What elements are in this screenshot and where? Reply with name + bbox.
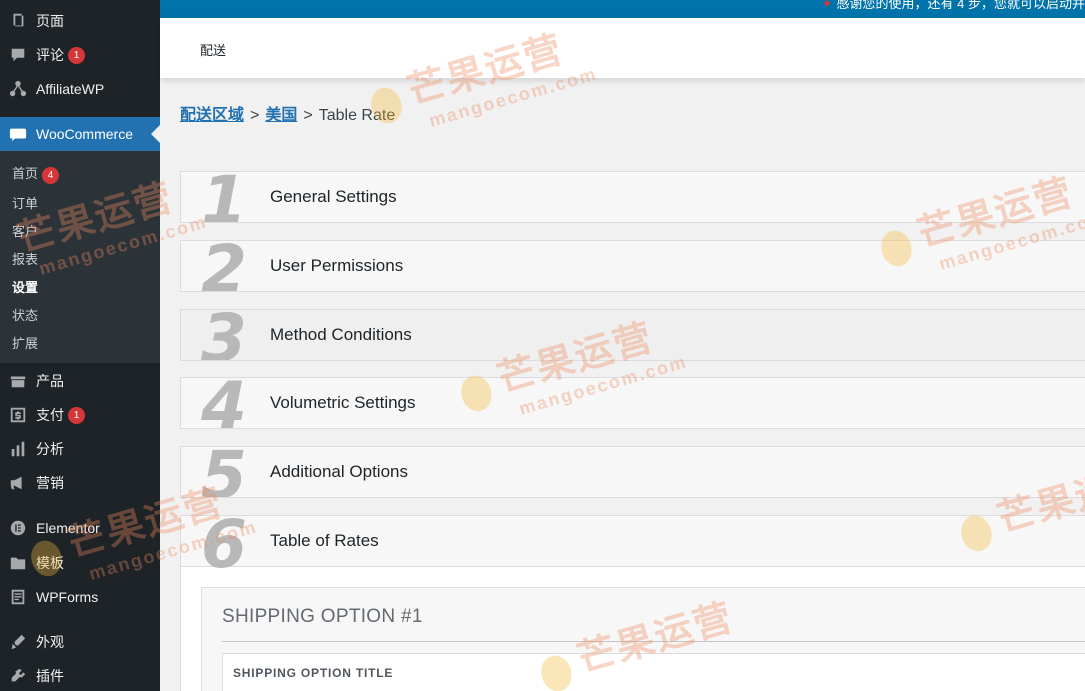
menu-item-plugins[interactable]: 插件: [0, 659, 160, 691]
pages-icon: [0, 12, 36, 30]
panel-general-settings[interactable]: 1 General Settings: [180, 171, 1085, 223]
menu-item-elementor[interactable]: Elementor: [0, 511, 160, 545]
analytics-icon: [0, 440, 36, 458]
elementor-icon: [0, 519, 36, 537]
panel-additional-options[interactable]: 5 Additional Options: [180, 446, 1085, 498]
panel-user-permissions[interactable]: 2 User Permissions: [180, 240, 1085, 292]
menu-item-marketing[interactable]: 营销: [0, 466, 160, 500]
plugins-icon: [0, 667, 36, 685]
menu-item-label: 插件: [36, 668, 64, 684]
panel-number: 3: [201, 309, 247, 361]
menu-item-label: Elementor: [36, 520, 100, 536]
products-icon: [0, 372, 36, 390]
comments-count-badge: 1: [68, 46, 85, 64]
breadcrumb: 配送区域 > 美国 > Table Rate: [180, 101, 395, 125]
breadcrumb-separator: >: [250, 107, 260, 124]
submenu-item-orders[interactable]: 订单: [12, 193, 38, 212]
menu-item-appearance[interactable]: 外观: [0, 625, 160, 659]
setup-notice-bar: ✦ 感谢您的使用，还有 4 步，您就可以启动并: [160, 0, 1085, 18]
panel-title: Method Conditions: [270, 325, 412, 344]
panel-number: 1: [201, 171, 247, 223]
menu-item-affiliatewp[interactable]: AffiliateWP: [0, 72, 160, 106]
panel-title: Table of Rates: [270, 531, 379, 550]
affiliatewp-icon: [0, 80, 36, 98]
appearance-icon: [0, 633, 36, 651]
shipping-option-heading: SHIPPING OPTION #1: [222, 606, 423, 627]
comments-icon: [0, 46, 36, 64]
menu-item-label: 外观: [36, 634, 64, 650]
page-title: 配送: [200, 43, 227, 58]
breadcrumb-shipping-zones-link[interactable]: 配送区域: [180, 107, 244, 124]
panel-title: General Settings: [270, 187, 397, 206]
submenu-item-reports[interactable]: 报表: [12, 249, 38, 268]
woocommerce-submenu: 首页 4 订单 客户 报表 设置 状态 扩展: [0, 151, 160, 363]
menu-item-analytics[interactable]: 分析: [0, 432, 160, 466]
menu-item-templates[interactable]: 模板: [0, 546, 160, 580]
payments-icon: [0, 406, 36, 424]
menu-item-comments[interactable]: 评论 1: [0, 38, 160, 72]
menu-item-products[interactable]: 产品: [0, 364, 160, 398]
panel-header[interactable]: 6 Table of Rates: [181, 516, 1085, 578]
divider: [222, 641, 1085, 642]
submenu-item-home[interactable]: 首页 4: [12, 163, 60, 184]
menu-item-pages[interactable]: 页面: [0, 4, 160, 38]
panel-volumetric-settings[interactable]: 4 Volumetric Settings: [180, 377, 1085, 429]
menu-item-label: 营销: [36, 475, 64, 491]
panel-title: Volumetric Settings: [270, 393, 416, 412]
submenu-item-status[interactable]: 状态: [12, 305, 38, 324]
panel-number: 5: [201, 446, 247, 498]
menu-item-label: 评论: [36, 47, 64, 63]
panel-number: 4: [201, 377, 247, 429]
breadcrumb-region-link[interactable]: 美国: [265, 107, 297, 124]
marketing-icon: [0, 474, 36, 492]
payments-count-badge: 1: [68, 406, 85, 424]
woocommerce-icon: [0, 125, 36, 143]
breadcrumb-current: Table Rate: [318, 107, 396, 124]
templates-icon: [0, 554, 36, 572]
shipping-option-title-field[interactable]: SHIPPING OPTION TITLE: [222, 653, 1085, 691]
menu-item-payments[interactable]: 支付 1: [0, 398, 160, 432]
admin-sidebar: 页面 评论 1 AffiliateWP WooCommerce 首页 4 订单 客…: [0, 0, 160, 691]
menu-item-label: WooCommerce: [36, 126, 133, 142]
page-header: 配送: [160, 18, 1085, 78]
menu-item-label: 页面: [36, 13, 64, 29]
panel-title: Additional Options: [270, 462, 408, 481]
panel-method-conditions[interactable]: 3 Method Conditions: [180, 309, 1085, 361]
setup-notice-text: 感谢您的使用，还有 4 步，您就可以启动并: [836, 0, 1085, 11]
menu-item-label: AffiliateWP: [36, 81, 105, 97]
shipping-option-title-label: SHIPPING OPTION TITLE: [233, 666, 394, 680]
menu-item-label: 模板: [36, 555, 64, 571]
menu-item-label: 产品: [36, 373, 64, 389]
menu-item-label: 支付: [36, 407, 64, 423]
panel-number: 2: [201, 240, 247, 292]
home-count-badge: 4: [42, 167, 60, 184]
breadcrumb-separator: >: [303, 107, 313, 124]
panel-table-of-rates: 6 Table of Rates SHIPPING OPTION #1 SHIP…: [180, 515, 1085, 691]
rocket-icon: ✦: [821, 0, 833, 11]
menu-item-woocommerce[interactable]: WooCommerce: [0, 117, 160, 151]
panel-number: 6: [201, 515, 247, 583]
menu-item-wpforms[interactable]: WPForms: [0, 580, 160, 614]
wpforms-icon: [0, 588, 36, 606]
panel-title: User Permissions: [270, 256, 404, 275]
shipping-option-box: SHIPPING OPTION #1 SHIPPING OPTION TITLE: [201, 587, 1085, 691]
setup-notice[interactable]: ✦ 感谢您的使用，还有 4 步，您就可以启动并: [822, 0, 1085, 12]
menu-item-label: WPForms: [36, 589, 99, 605]
submenu-item-extensions[interactable]: 扩展: [12, 333, 38, 352]
menu-item-label: 分析: [36, 441, 64, 457]
submenu-item-customers[interactable]: 客户: [12, 221, 38, 240]
submenu-item-settings[interactable]: 设置: [12, 277, 38, 296]
submenu-item-label: 首页: [12, 166, 39, 181]
